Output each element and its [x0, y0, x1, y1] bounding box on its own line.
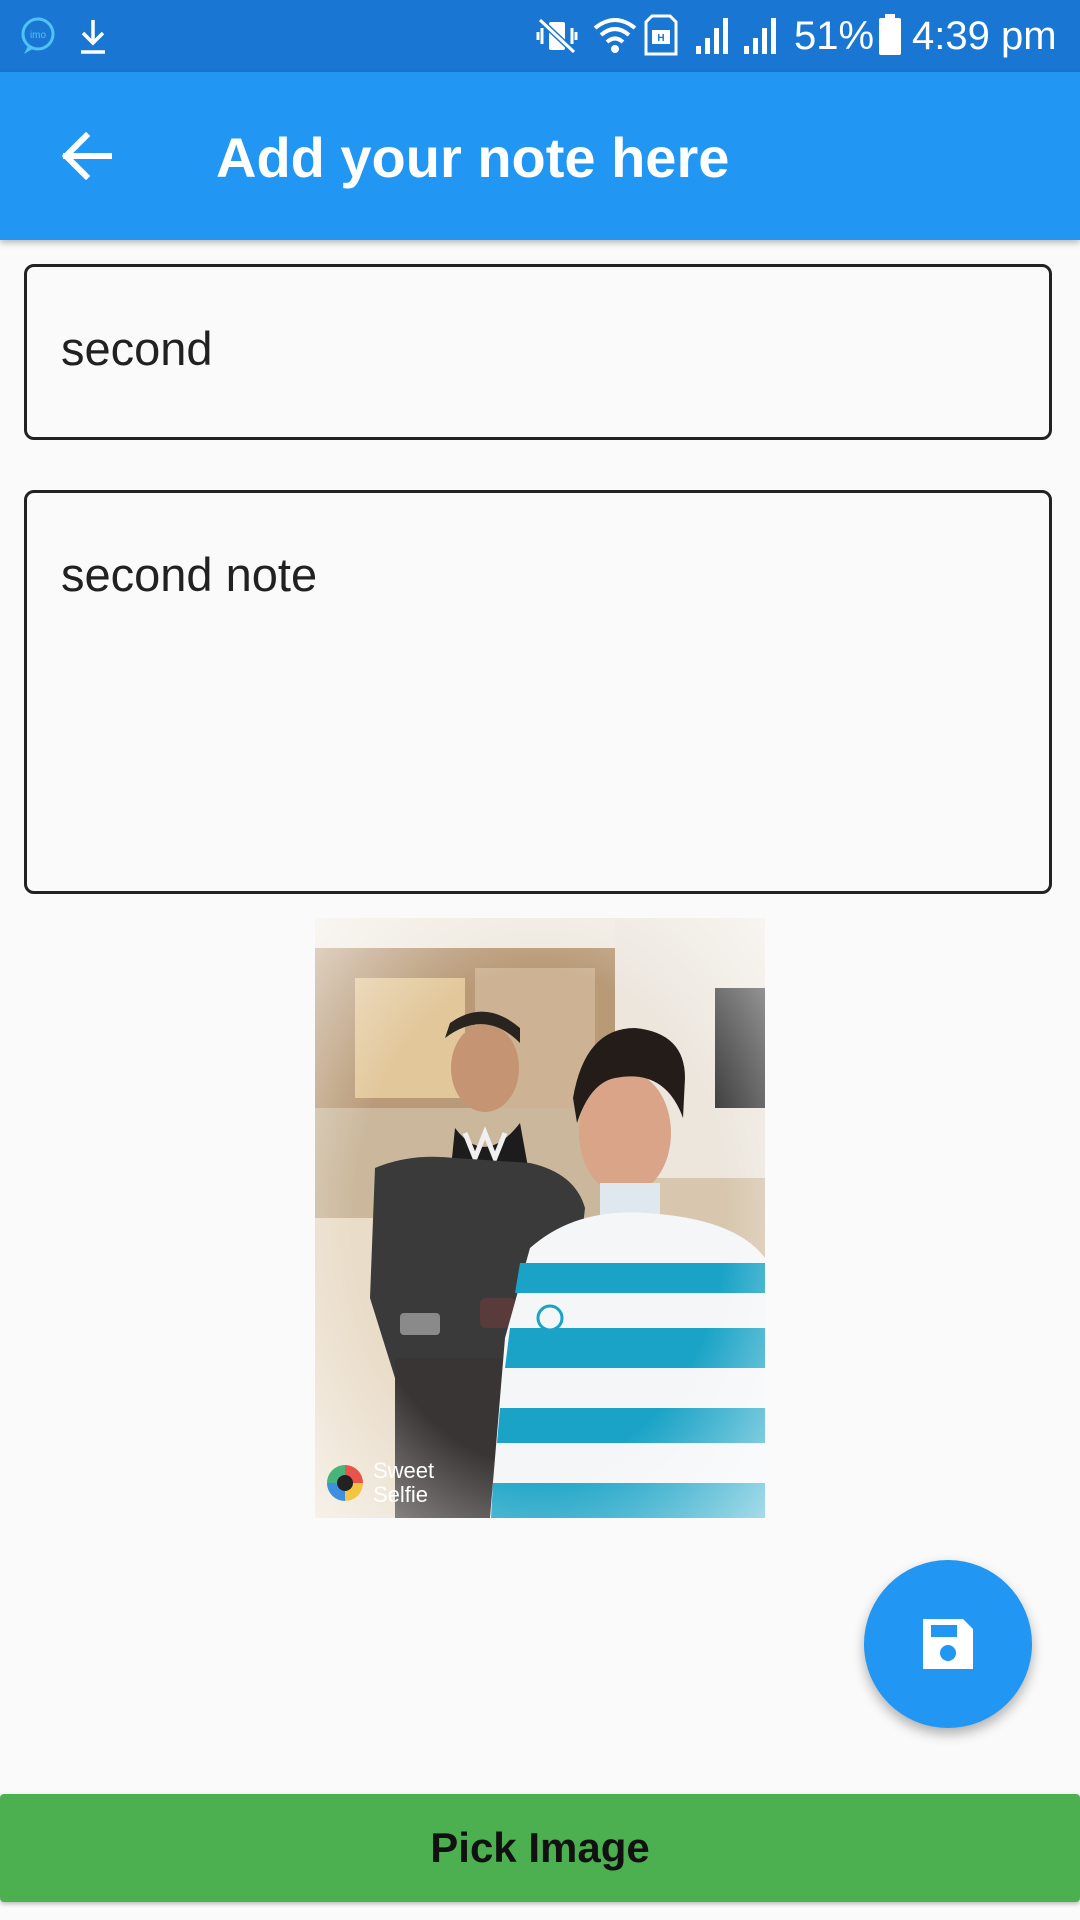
signal-icon — [744, 18, 776, 54]
status-bar: imo H 51% 4:39 pm — [0, 0, 1080, 72]
vibrate-icon — [536, 17, 578, 55]
download-icon — [81, 20, 105, 54]
hd-icon: H — [644, 14, 678, 56]
title-field-value: second — [61, 322, 213, 375]
battery-icon — [879, 14, 901, 55]
back-button[interactable] — [40, 110, 132, 202]
imo-icon: imo — [21, 17, 55, 54]
page-title: Add your note here — [216, 126, 730, 189]
signal-icon — [696, 18, 728, 54]
selected-image: Sweet Selfie — [315, 918, 765, 1518]
watermark-line1: Sweet — [373, 1458, 434, 1483]
clock: 4:39 pm — [912, 14, 1057, 58]
pick-image-label: Pick Image — [430, 1824, 650, 1871]
app-bar: Add your note here — [0, 72, 1080, 240]
note-field-value: second note — [61, 548, 318, 601]
note-field[interactable]: second note — [24, 490, 1052, 894]
save-button[interactable] — [864, 1560, 1032, 1728]
wifi-icon — [593, 18, 637, 53]
svg-text:imo: imo — [30, 30, 47, 41]
svg-text:H: H — [657, 33, 664, 44]
watermark-line2: Selfie — [373, 1482, 428, 1507]
pick-image-button[interactable]: Pick Image — [0, 1794, 1080, 1902]
selected-image-picture: Sweet Selfie — [315, 918, 765, 1518]
save-icon — [923, 1619, 973, 1669]
battery-percent: 51% — [794, 14, 875, 58]
arrow-back-icon — [61, 132, 112, 180]
title-field[interactable]: second — [24, 264, 1052, 440]
